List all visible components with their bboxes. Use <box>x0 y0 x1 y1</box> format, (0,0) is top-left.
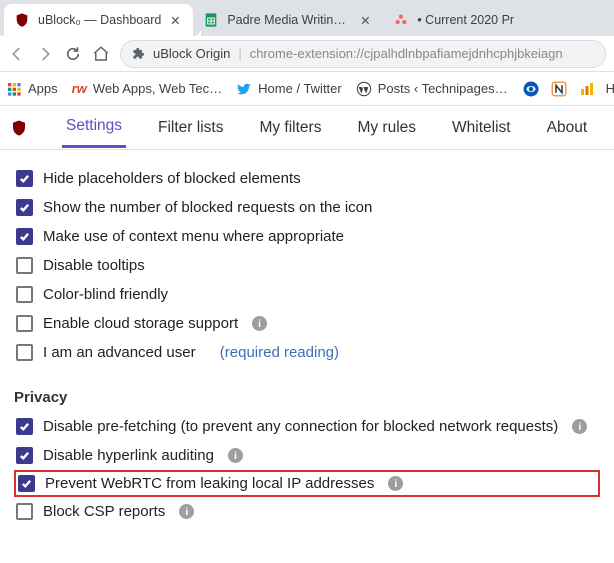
checkbox[interactable] <box>16 315 33 332</box>
browser-tab-ublock[interactable]: uBlock₀ — Dashboard ✕ <box>4 4 193 36</box>
checkbox[interactable] <box>16 503 33 520</box>
checkbox[interactable] <box>16 344 33 361</box>
extension-icon <box>131 47 145 61</box>
checkbox[interactable] <box>16 170 33 187</box>
settings-panel: Hide placeholders of blocked elements Sh… <box>0 150 614 526</box>
checkbox[interactable] <box>18 475 35 492</box>
bookmark-apps[interactable]: Apps <box>6 81 58 97</box>
tab-about[interactable]: About <box>543 109 592 147</box>
tab-title: • Current 2020 Pr <box>417 13 514 27</box>
home-button[interactable] <box>92 45 110 63</box>
checkbox[interactable] <box>16 286 33 303</box>
browser-tab-asana[interactable]: • Current 2020 Pr <box>383 4 524 36</box>
checkbox[interactable] <box>16 447 33 464</box>
forward-button[interactable] <box>36 45 54 63</box>
opt-advanced-user: I am an advanced user (required reading) <box>14 338 600 367</box>
bookmark-hor[interactable]: Hor <box>606 81 614 96</box>
opt-prefetch: Disable pre-fetching (to prevent any con… <box>14 412 600 441</box>
checkbox[interactable] <box>16 228 33 245</box>
browser-toolbar: uBlock Origin | chrome-extension://cjpal… <box>0 36 614 72</box>
tab-my-rules[interactable]: My rules <box>353 109 420 147</box>
bookmark-technipages[interactable]: Posts ‹ Technipages… <box>356 81 508 97</box>
opt-show-count: Show the number of blocked requests on t… <box>14 193 600 222</box>
notion-icon[interactable] <box>550 80 568 98</box>
info-icon[interactable]: i <box>179 504 194 519</box>
tab-title: uBlock₀ — Dashboard <box>38 13 161 27</box>
privacy-heading: Privacy <box>14 389 600 406</box>
checkbox[interactable] <box>16 199 33 216</box>
opt-hide-placeholders: Hide placeholders of blocked elements <box>14 164 600 193</box>
info-icon[interactable]: i <box>388 476 403 491</box>
info-icon[interactable]: i <box>572 419 587 434</box>
analytics-icon[interactable] <box>578 80 596 98</box>
tab-my-filters[interactable]: My filters <box>255 109 325 147</box>
back-button[interactable] <box>8 45 26 63</box>
address-bar[interactable]: uBlock Origin | chrome-extension://cjpal… <box>120 40 606 68</box>
checkbox[interactable] <box>16 418 33 435</box>
wordpress-icon <box>356 81 372 97</box>
asana-icon <box>393 12 409 28</box>
tab-whitelist[interactable]: Whitelist <box>448 109 515 147</box>
bookmark-webapps[interactable]: rw Web Apps, Web Tec… <box>72 81 223 96</box>
opt-hyperlink-audit: Disable hyperlink auditing i <box>14 441 600 470</box>
tab-settings[interactable]: Settings <box>62 107 126 148</box>
ublock-icon <box>10 119 28 137</box>
info-icon[interactable]: i <box>252 316 267 331</box>
opt-color-blind: Color-blind friendly <box>14 280 600 309</box>
opt-context-menu: Make use of context menu where appropria… <box>14 222 600 251</box>
close-icon[interactable]: ✕ <box>357 13 373 28</box>
twitter-icon <box>236 81 252 97</box>
cbs-icon[interactable] <box>522 80 540 98</box>
bookmark-twitter[interactable]: Home / Twitter <box>236 81 342 97</box>
checkbox[interactable] <box>16 257 33 274</box>
tab-filter-lists[interactable]: Filter lists <box>154 109 227 147</box>
extension-name: uBlock Origin <box>153 46 230 61</box>
ublock-icon <box>14 12 30 28</box>
required-reading-link[interactable]: (required reading) <box>220 344 339 361</box>
browser-tab-strip: uBlock₀ — Dashboard ✕ Padre Media Writin… <box>0 0 614 36</box>
folder-icon: rw <box>72 81 87 96</box>
opt-disable-tooltips: Disable tooltips <box>14 251 600 280</box>
tab-title: Padre Media Writing - Google Sh <box>227 13 351 27</box>
opt-webrtc: Prevent WebRTC from leaking local IP add… <box>14 470 600 497</box>
dashboard-tabs: Settings Filter lists My filters My rule… <box>0 106 614 150</box>
close-icon[interactable]: ✕ <box>167 13 183 28</box>
browser-tab-sheets[interactable]: Padre Media Writing - Google Sh ✕ <box>193 4 383 36</box>
opt-cloud-storage: Enable cloud storage support i <box>14 309 600 338</box>
url-path: chrome-extension://cjpalhdlnbpafiamejdnh… <box>250 46 563 61</box>
apps-icon <box>6 81 22 97</box>
info-icon[interactable]: i <box>228 448 243 463</box>
reload-button[interactable] <box>64 45 82 63</box>
opt-csp: Block CSP reports i <box>14 497 600 526</box>
sheets-icon <box>203 12 219 28</box>
bookmarks-bar: Apps rw Web Apps, Web Tec… Home / Twitte… <box>0 72 614 106</box>
